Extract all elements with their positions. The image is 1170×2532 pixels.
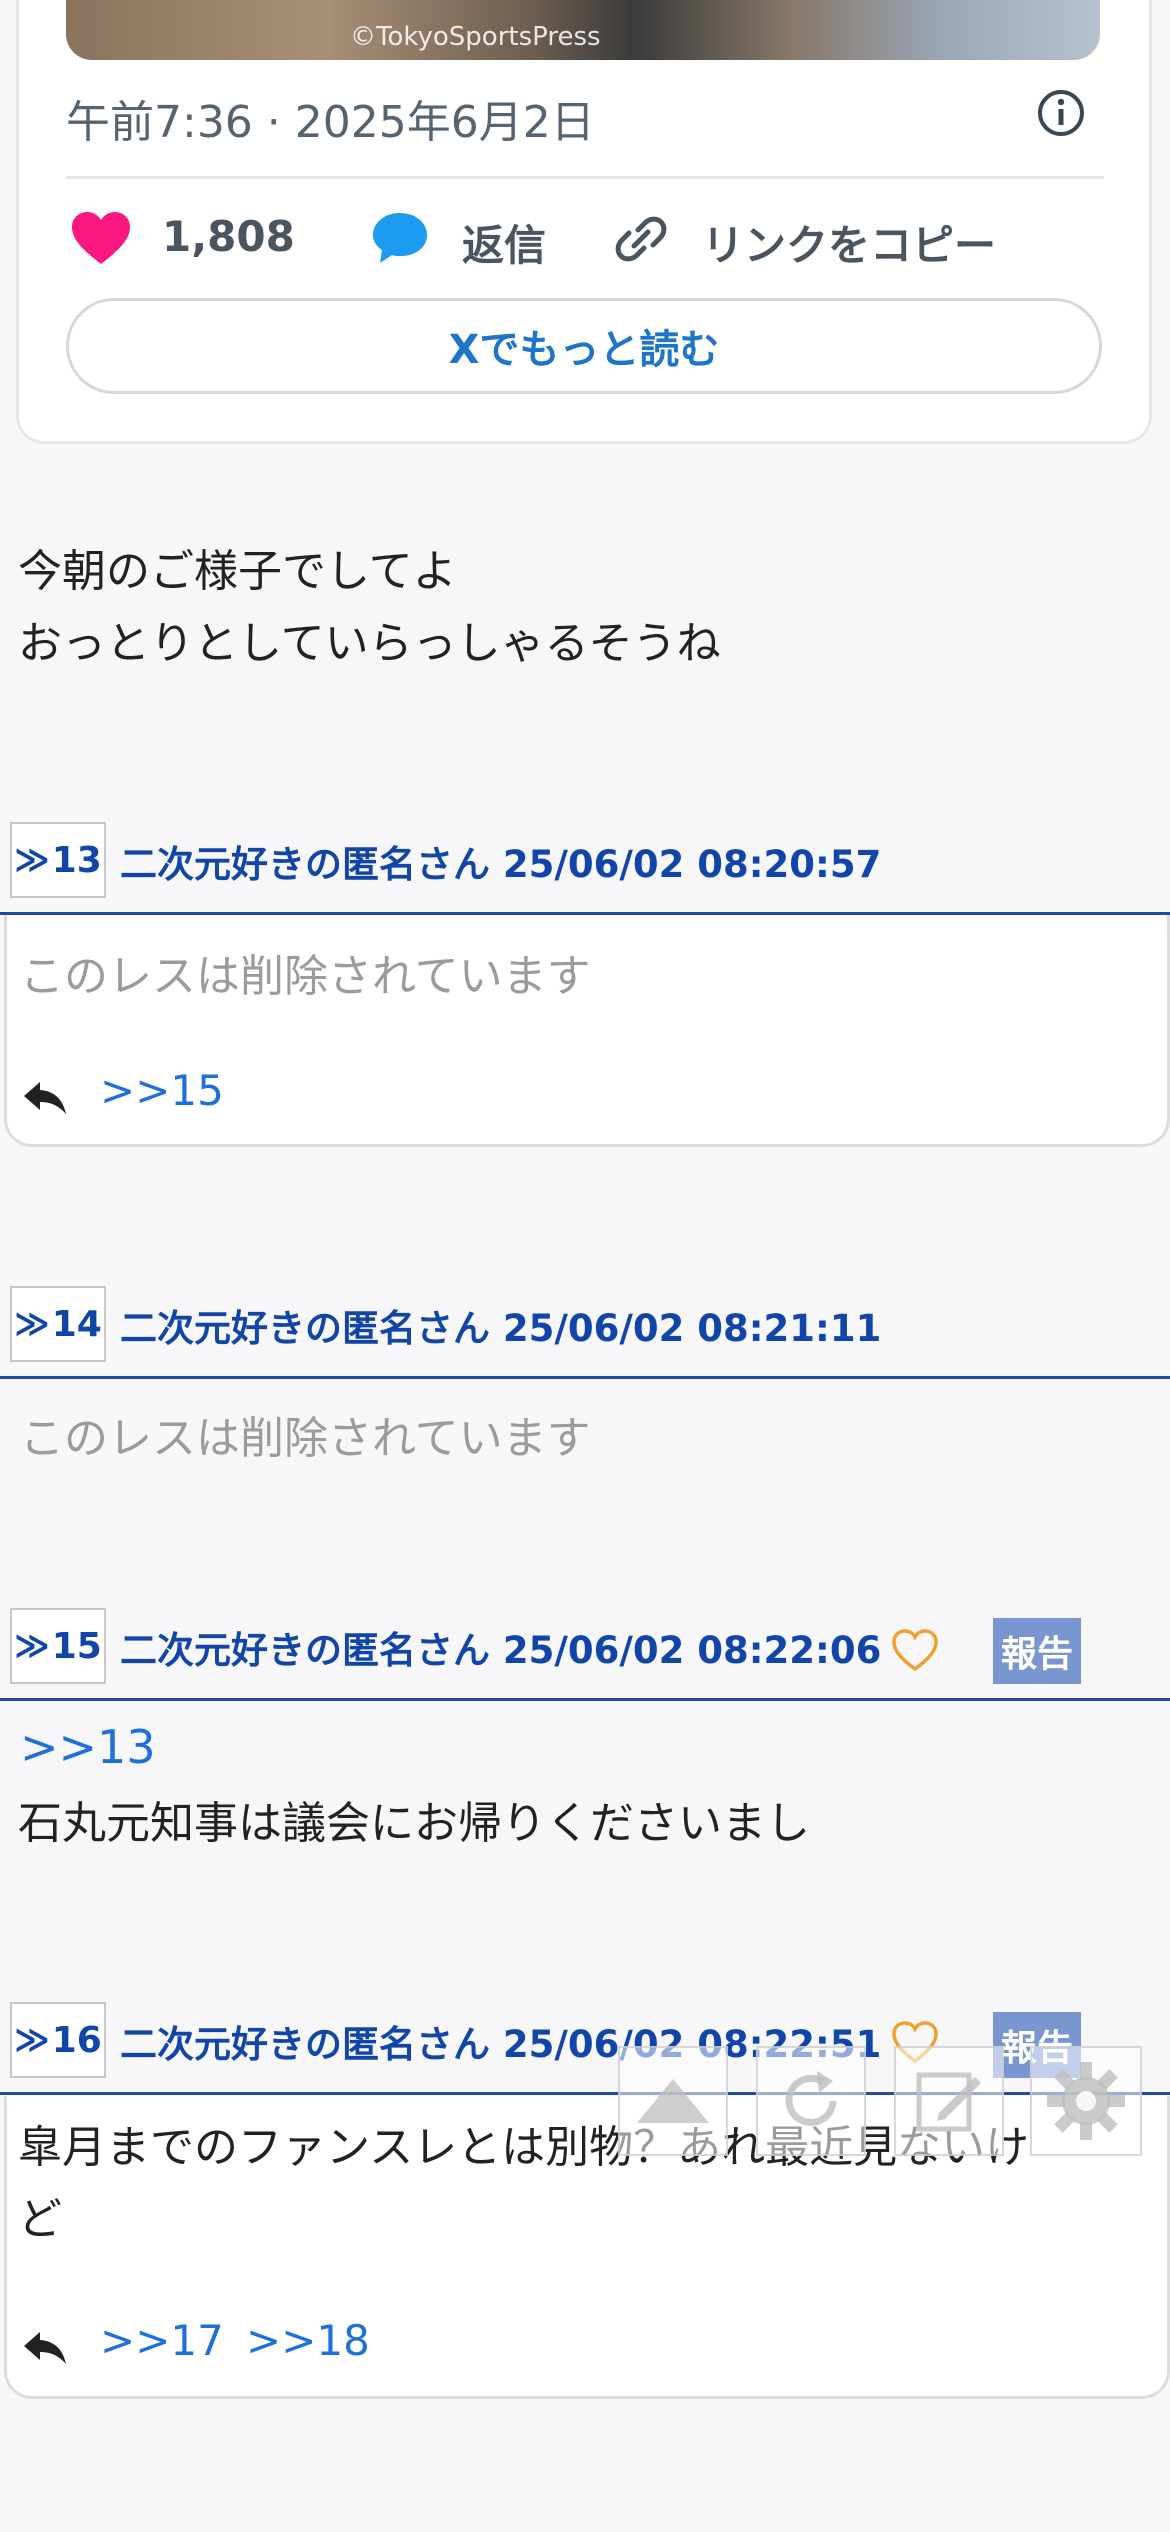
chevron-icon: ≫ — [14, 840, 50, 880]
quote-anchor-link[interactable]: >>13 — [20, 1720, 156, 1774]
post-number: 14 — [51, 1303, 102, 1345]
gear-icon — [1047, 2062, 1125, 2140]
reload-button[interactable] — [756, 2046, 866, 2156]
divider — [66, 176, 1104, 179]
image-credit: ©TokyoSportsPress — [350, 22, 601, 52]
like-count[interactable]: 1,808 — [162, 212, 295, 261]
post-body-line: 今朝のご様子でしてよ — [18, 546, 457, 597]
reply-arrow-icon[interactable] — [22, 1076, 68, 1116]
link-icon[interactable] — [612, 210, 670, 268]
read-more-on-x-button[interactable]: Xでもっと読む — [66, 298, 1102, 394]
chevron-icon: ≫ — [14, 1626, 50, 1666]
reload-icon — [785, 2071, 837, 2126]
post-header: ≫ 14 二次元好きの匿名さん 25/06/02 08:21:11 — [0, 1286, 1170, 1362]
compose-button[interactable] — [894, 2046, 1004, 2156]
reply-anchor-link[interactable]: >>15 — [100, 1066, 224, 1115]
post-number-button[interactable]: ≫ 13 — [10, 822, 106, 898]
post-body: 皐月までのファンスレとは別物？あれ最近見ないけ ど — [18, 2112, 1029, 2256]
heart-outline-icon[interactable] — [891, 1628, 939, 1672]
post-body: 今朝のご様子でしてよ おっとりとしていらっしゃるそうね — [18, 536, 721, 680]
report-button[interactable]: 報告 — [993, 1618, 1081, 1684]
post-number-button[interactable]: ≫ 15 — [10, 1608, 106, 1684]
reply-anchor-link[interactable]: >>18 — [246, 2316, 370, 2365]
compose-icon — [916, 2072, 981, 2132]
chevron-icon: ≫ — [14, 2020, 50, 2060]
post-header-divider — [0, 912, 1170, 915]
reply-anchor-link[interactable]: >>17 — [100, 2316, 224, 2365]
post-number: 16 — [51, 2019, 102, 2061]
scroll-top-button[interactable] — [618, 2046, 728, 2156]
post-body-line: 皐月までのファンスレとは別物？あれ最近見ないけ — [18, 2122, 1030, 2173]
scroll-top-icon — [637, 2079, 709, 2123]
heart-icon[interactable] — [70, 210, 132, 266]
reply-arrow-icon[interactable] — [22, 2326, 68, 2366]
post-number: 15 — [51, 1625, 102, 1667]
post-number-button[interactable]: ≫ 14 — [10, 1286, 106, 1362]
settings-button[interactable] — [1030, 2046, 1142, 2156]
post-body: 石丸元知事は議会にお帰りくださいまし — [18, 1798, 810, 1849]
post-author-date: 二次元好きの匿名さん 25/06/02 08:21:11 — [120, 1307, 882, 1350]
post-author-date: 二次元好きの匿名さん 25/06/02 08:22:06 — [120, 1629, 882, 1672]
post-header-divider — [0, 1698, 1170, 1701]
post-number-button[interactable]: ≫ 16 — [10, 2002, 106, 2078]
chevron-icon: ≫ — [14, 1304, 50, 1344]
post-timestamp[interactable]: 午前7:36 · 2025年6月2日 — [66, 86, 595, 150]
speech-bubble-icon[interactable] — [370, 210, 430, 266]
copy-link-button[interactable]: リンクをコピー — [702, 212, 996, 273]
info-icon[interactable] — [1036, 88, 1086, 138]
deleted-post-text: このレスは削除されています — [20, 1413, 591, 1464]
post-header-divider — [0, 1376, 1170, 1379]
deleted-post-text: このレスは削除されています — [20, 951, 591, 1002]
post-body-line: おっとりとしていらっしゃるそうね — [18, 618, 721, 669]
post-number: 13 — [51, 839, 102, 881]
reply-button[interactable]: 返信 — [462, 212, 546, 273]
post-body-line: ど — [18, 2194, 62, 2245]
post-header: ≫ 13 二次元好きの匿名さん 25/06/02 08:20:57 — [0, 822, 1170, 898]
post-author-date: 二次元好きの匿名さん 25/06/02 08:20:57 — [120, 843, 882, 886]
